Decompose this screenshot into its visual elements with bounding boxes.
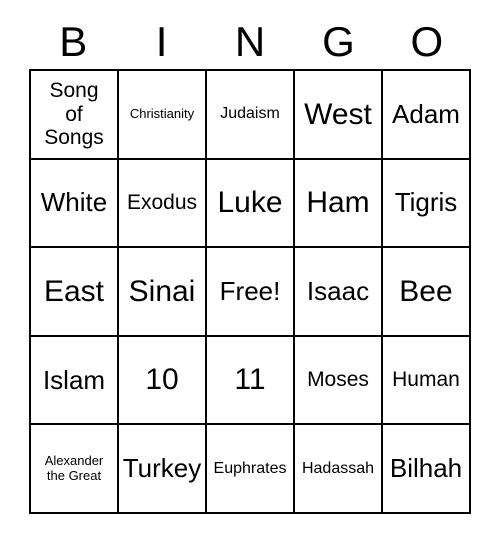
bingo-cell-label: Exodus bbox=[126, 191, 198, 215]
bingo-cell-b2[interactable]: White bbox=[31, 159, 119, 249]
bingo-cell-o4[interactable]: Human bbox=[383, 336, 471, 426]
bingo-header-letter-n: N bbox=[234, 17, 266, 65]
bingo-cell-n4[interactable]: 11 bbox=[207, 336, 295, 426]
bingo-header-letter-b: B bbox=[59, 17, 88, 65]
bingo-cell-n5[interactable]: Euphrates bbox=[207, 425, 295, 514]
bingo-cell-label: Turkey bbox=[122, 453, 202, 484]
bingo-cell-o3[interactable]: Bee bbox=[383, 248, 471, 337]
bingo-cell-o2[interactable]: Tigris bbox=[383, 159, 471, 249]
bingo-cell-label: Euphrates bbox=[213, 459, 287, 477]
bingo-cell-g5[interactable]: Hadassah bbox=[295, 425, 383, 514]
bingo-cell-n2[interactable]: Luke bbox=[207, 159, 295, 249]
bingo-cell-label: Ham bbox=[306, 186, 370, 220]
bingo-row-1: Song of Songs Christianity Judaism West … bbox=[31, 71, 471, 160]
bingo-header-row: B I N G O bbox=[29, 14, 471, 69]
bingo-cell-i2[interactable]: Exodus bbox=[119, 159, 207, 249]
bingo-cell-label: Tigris bbox=[394, 187, 458, 218]
bingo-cell-i3[interactable]: Sinai bbox=[119, 248, 207, 337]
bingo-cell-i4[interactable]: 10 bbox=[119, 336, 207, 426]
bingo-cell-label: 10 bbox=[145, 363, 179, 397]
bingo-cell-g2[interactable]: Ham bbox=[295, 159, 383, 249]
bingo-cell-label: Alexander the Great bbox=[44, 453, 104, 483]
bingo-row-2: White Exodus Luke Ham Tigris bbox=[31, 159, 471, 249]
bingo-cell-label: Adam bbox=[392, 98, 460, 129]
bingo-cell-o1[interactable]: Adam bbox=[383, 71, 471, 160]
bingo-cell-label: Sinai bbox=[128, 274, 196, 308]
bingo-cell-label: West bbox=[304, 97, 372, 131]
bingo-cell-b3[interactable]: East bbox=[31, 248, 119, 337]
bingo-header-letter-o: O bbox=[410, 17, 444, 65]
bingo-cell-g4[interactable]: Moses bbox=[295, 336, 383, 426]
bingo-grid: Song of Songs Christianity Judaism West … bbox=[29, 69, 471, 514]
bingo-row-3: East Sinai Free! Isaac Bee bbox=[31, 248, 471, 337]
bingo-cell-label: Human bbox=[392, 368, 460, 392]
bingo-cell-label: White bbox=[40, 187, 108, 218]
bingo-header-letter-g: G bbox=[322, 17, 355, 65]
bingo-cell-label: Judaism bbox=[220, 105, 280, 123]
bingo-cell-label: Hadassah bbox=[301, 459, 375, 477]
bingo-header-letter-i: I bbox=[155, 17, 168, 65]
bingo-cell-i5[interactable]: Turkey bbox=[119, 425, 207, 514]
bingo-cell-label: East bbox=[43, 274, 105, 308]
bingo-cell-label: Christianity bbox=[129, 106, 195, 122]
bingo-cell-label: Isaac bbox=[306, 275, 370, 306]
bingo-cell-g1[interactable]: West bbox=[295, 71, 383, 160]
bingo-cell-g3[interactable]: Isaac bbox=[295, 248, 383, 337]
bingo-cell-b4[interactable]: Islam bbox=[31, 336, 119, 426]
bingo-cell-b1[interactable]: Song of Songs bbox=[31, 71, 119, 160]
bingo-cell-free-space[interactable]: Free! bbox=[207, 248, 295, 337]
bingo-cell-o5[interactable]: Bilhah bbox=[383, 425, 471, 514]
bingo-row-4: Islam 10 11 Moses Human bbox=[31, 336, 471, 426]
bingo-cell-b5[interactable]: Alexander the Great bbox=[31, 425, 119, 514]
bingo-cell-n1[interactable]: Judaism bbox=[207, 71, 295, 160]
bingo-card: B I N G O Song of Songs Christianity Jud… bbox=[0, 0, 500, 544]
bingo-cell-label: 11 bbox=[234, 363, 266, 397]
bingo-cell-label: Bilhah bbox=[389, 453, 463, 484]
bingo-cell-label: Islam bbox=[42, 364, 106, 395]
bingo-cell-label: Luke bbox=[217, 186, 283, 220]
bingo-cell-label: Bee bbox=[399, 274, 453, 308]
bingo-cell-i1[interactable]: Christianity bbox=[119, 71, 207, 160]
bingo-row-5: Alexander the Great Turkey Euphrates Had… bbox=[31, 425, 471, 514]
bingo-cell-label: Moses bbox=[307, 368, 369, 392]
bingo-free-space-label: Free! bbox=[219, 275, 281, 306]
bingo-cell-label: Song of Songs bbox=[44, 79, 104, 150]
